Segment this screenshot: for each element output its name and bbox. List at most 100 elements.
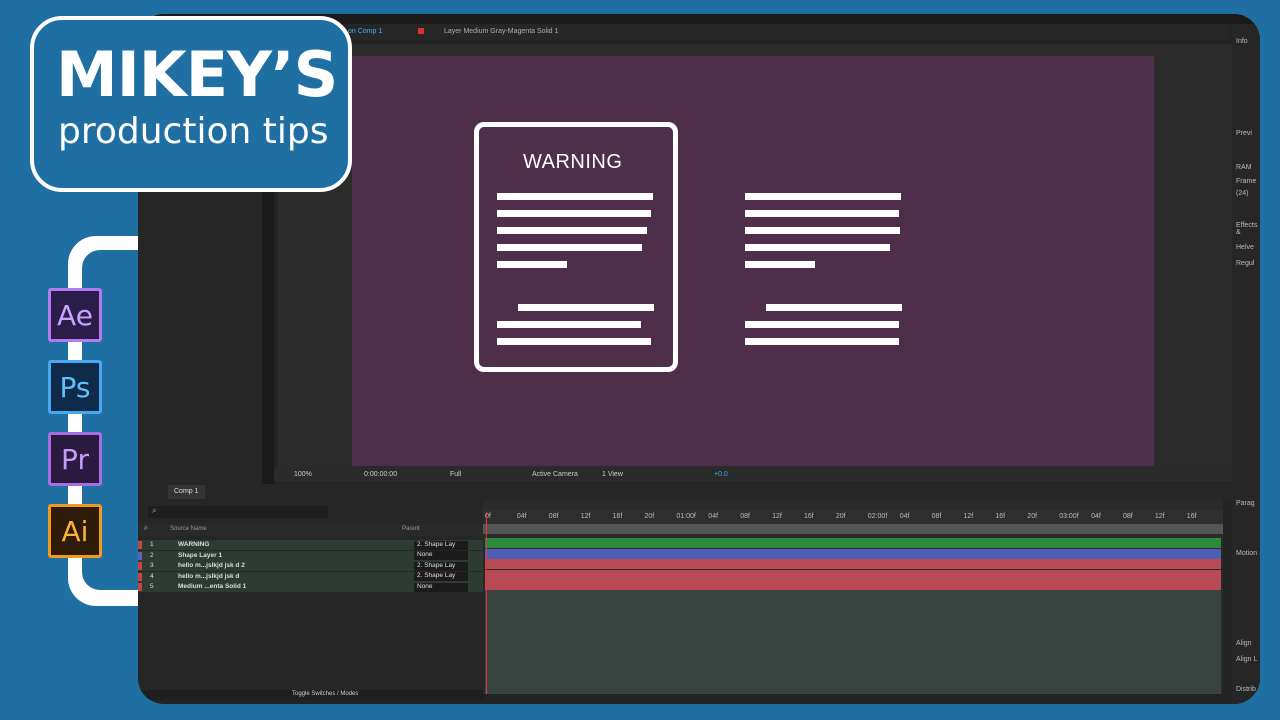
brand-badge: MIKEY’S production tips	[30, 16, 352, 192]
ruler-tick-label: 16f	[995, 513, 1006, 520]
illustrator-icon: Ai	[48, 504, 102, 558]
ruler-tick-label: 12f	[963, 513, 974, 520]
layer-name[interactable]: hello m...jslkjd jsk d 2	[178, 562, 245, 569]
photoshop-icon: Ps	[48, 360, 102, 414]
num-header: #	[144, 526, 148, 532]
parent-select[interactable]: None	[414, 551, 468, 560]
align-panel-title[interactable]: Align	[1236, 640, 1252, 647]
preview-panel-title[interactable]: Previ	[1236, 130, 1252, 137]
empty-track-area	[485, 590, 1221, 694]
layer-number: 5	[150, 583, 154, 590]
parent-select[interactable]: None	[414, 582, 468, 592]
layer-label-color[interactable]	[138, 583, 142, 591]
layer-track-bar[interactable]	[485, 559, 1221, 569]
layer-label-color[interactable]	[138, 541, 142, 549]
composition-canvas[interactable]: WARNING	[352, 56, 1154, 466]
parent-header: Parent	[402, 526, 420, 532]
font-family[interactable]: Helve	[1236, 244, 1254, 251]
tab-composition[interactable]: on Comp 1	[348, 28, 382, 35]
layer-panel: ⌕ # Source Name Parent 1 WARNING 2. Shape …	[138, 500, 483, 700]
resolution-select[interactable]: Full	[450, 471, 461, 478]
source-name-header: Source Name	[170, 526, 207, 532]
timeline-tracks: 0f 04f 08f 12f 16f 20f 01:00f 04f 08f 12f 16f 20f 02…	[483, 500, 1223, 694]
align-layers-label: Align L	[1236, 656, 1258, 663]
ruler-tick-label: 08f	[740, 513, 750, 520]
layer-label-color[interactable]	[138, 551, 142, 560]
font-style[interactable]: Regul	[1236, 260, 1254, 267]
ruler-tick-label: 12f	[1154, 513, 1165, 520]
layer-row[interactable]: 4 hello m...jslkjd jsk d 2. Shape Lay	[138, 571, 483, 582]
ruler-tick-label: 08f	[548, 513, 559, 520]
ruler-tick-label: 16f	[1186, 513, 1197, 520]
ruler-tick-label: 08f	[931, 513, 942, 520]
viewer-tab-bar: on Comp 1 Layer Medium Gray-Magenta Soli…	[348, 24, 1228, 40]
paragraph-panel-title[interactable]: Parag	[1236, 500, 1255, 507]
layer-row[interactable]: 1 WARNING 2. Shape Lay	[138, 540, 483, 550]
layer-name[interactable]: WARNING	[178, 541, 209, 548]
ruler-tick-label: 02:00f	[867, 513, 888, 520]
toggle-switches-modes[interactable]: Toggle Switches / Modes	[138, 690, 483, 700]
right-panels: Info Previ RAM Frame (24) Effects & Helv…	[1232, 24, 1260, 704]
layer-name[interactable]: hello m...jslkjd jsk d	[178, 573, 239, 580]
layer-number: 3	[150, 562, 154, 569]
ruler-tick-label: 04f	[899, 513, 910, 520]
ruler-tick-label: 03:00f	[1059, 513, 1079, 520]
motion-label: Motion	[1236, 550, 1258, 557]
layer-number: 2	[150, 551, 154, 559]
info-panel-title[interactable]: Info	[1236, 38, 1248, 45]
effects-panel-title[interactable]: Effects &	[1236, 222, 1260, 236]
layer-track-bar[interactable]	[485, 580, 1221, 590]
parent-select[interactable]: 2. Shape Lay	[414, 561, 468, 571]
ruler-tick-label: 12f	[772, 513, 782, 520]
parent-select[interactable]: 2. Shape Lay	[414, 540, 468, 550]
search-input[interactable]: ⌕	[148, 506, 328, 518]
ruler-tick-label: 04f	[1091, 513, 1101, 520]
ruler-tick-label: 08f	[1123, 513, 1133, 520]
layer-row[interactable]: 3 hello m...jslkjd jsk d 2 2. Shape Lay	[138, 561, 483, 571]
timeline-tab-bar: Comp 1	[138, 484, 1232, 500]
premiere-icon: Pr	[48, 432, 102, 486]
brand-title: MIKEY’S	[56, 38, 338, 111]
layer-name[interactable]: Medium ...enta Solid 1	[178, 583, 246, 590]
parent-select[interactable]: 2. Shape Lay	[414, 572, 468, 581]
ruler-tick-label: 12f	[580, 513, 591, 520]
layer-name[interactable]: Shape Layer 1	[178, 552, 222, 559]
layer-track-bar[interactable]	[485, 548, 1221, 559]
frame-rate-value: (24)	[1236, 190, 1249, 197]
viewer-toolbar: 100% 0:00:00:00 Full Active Camera 1 Vie…	[274, 468, 1234, 482]
layer-track-bar[interactable]	[485, 538, 1221, 548]
ruler-tick-label: 04f	[708, 513, 719, 520]
brand-subtitle: production tips	[58, 111, 329, 152]
layer-track-bar[interactable]	[485, 569, 1221, 580]
exposure-value[interactable]: +0.0	[714, 471, 728, 478]
layer-row[interactable]: 2 Shape Layer 1 None	[138, 550, 483, 561]
layer-label-color[interactable]	[138, 572, 142, 581]
playhead[interactable]	[486, 512, 487, 694]
ruler-tick-label: 20f	[1027, 513, 1038, 520]
tab-layer[interactable]: Layer Medium Gray-Magenta Solid 1	[444, 28, 558, 35]
ruler-tick-label: 20f	[644, 513, 655, 520]
camera-select[interactable]: Active Camera	[532, 471, 578, 478]
ram-preview-label: RAM	[1236, 164, 1252, 171]
ruler-tick-label: 16f	[612, 513, 623, 520]
distribute-label: Distrib	[1236, 686, 1256, 693]
frame-rate-label: Frame	[1236, 178, 1257, 185]
layer-row[interactable]: 5 Medium ...enta Solid 1 None	[138, 582, 483, 592]
warning-title: WARNING	[523, 151, 623, 173]
layer-label-color[interactable]	[138, 562, 142, 570]
toggle-label: Toggle Switches / Modes	[292, 691, 359, 697]
layer-number: 4	[150, 572, 154, 580]
ruler-tick-label: 20f	[835, 513, 846, 520]
layer-number: 1	[150, 541, 154, 548]
layer-column-headers: # Source Name Parent	[138, 524, 483, 536]
ruler-tick-label: 16f	[804, 513, 814, 520]
ruler-tick-label: 04f	[516, 513, 527, 520]
tab-comp-1[interactable]: Comp 1	[168, 485, 205, 499]
ruler-tick-label: 01:00f	[676, 513, 696, 520]
view-select[interactable]: 1 View	[602, 471, 623, 478]
layer-color-swatch	[418, 28, 424, 34]
time-ruler[interactable]: 0f 04f 08f 12f 16f 20f 01:00f 04f 08f 12f 16f 20f 02…	[483, 510, 1223, 524]
work-area-bar[interactable]	[483, 524, 1223, 534]
zoom-select[interactable]: 100%	[294, 471, 312, 478]
timecode-display[interactable]: 0:00:00:00	[364, 471, 397, 478]
